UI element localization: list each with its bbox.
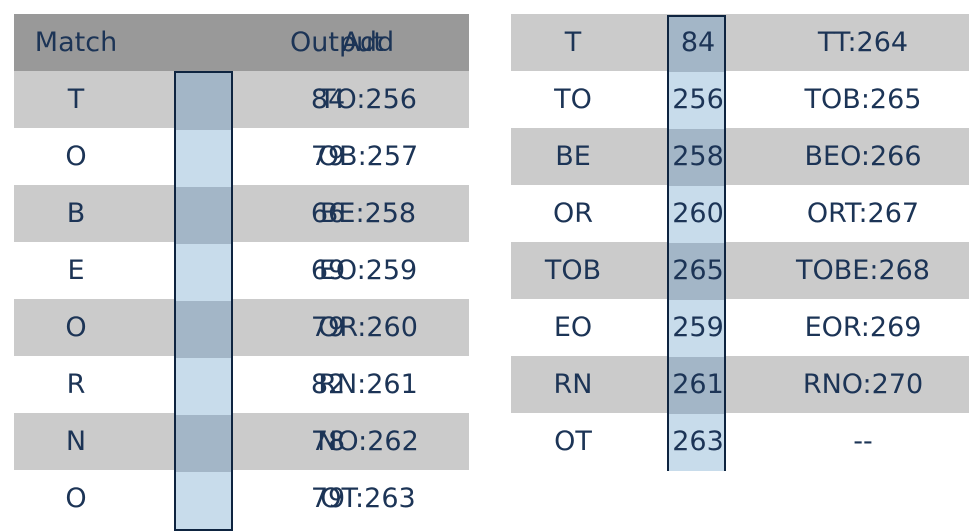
add-cell: OT:263 [320,483,416,514]
add-cell: EOR:269 [804,312,922,343]
left-output-column-highlight [174,71,233,531]
add-cell: TOB:265 [804,84,922,115]
output-cell: 261 [672,369,724,400]
table-row: N 78 NO:262 [14,413,469,470]
add-cell: OB:257 [317,141,419,172]
table-row: O 79 OT:263 [14,470,469,527]
match-cell: OT [554,426,592,457]
output-cell: 260 [672,198,724,229]
match-cell: O [65,312,87,343]
right-table: T 84 TT:264 TO 256 TOB:265 BE 258 BEO:26… [511,14,969,471]
match-cell: T [564,27,582,58]
table-row: O 79 OB:257 [14,128,469,185]
header-match: Match [34,27,118,58]
add-cell: ORT:267 [806,198,920,229]
output-cell: 259 [672,312,724,343]
add-cell: NO:262 [317,426,419,457]
output-cell: 265 [672,255,724,286]
table-row: O 79 OR:260 [14,299,469,356]
output-cell: 263 [672,426,724,457]
table-row: B 66 BE:258 [14,185,469,242]
table-row: OR 260 ORT:267 [511,185,969,242]
table-row: R 82 RN:261 [14,356,469,413]
add-cell: TO:256 [319,84,417,115]
add-cell: BE:258 [319,198,417,229]
add-cell: TOBE:268 [796,255,930,286]
match-cell: T [67,84,85,115]
output-cell: 256 [672,84,724,115]
table-row: BE 258 BEO:266 [511,128,969,185]
match-cell: OR [552,198,593,229]
add-cell: TT:264 [817,27,909,58]
table-row: OT 263 -- [511,413,969,470]
add-cell: RNO:270 [802,369,924,400]
add-cell: EO:259 [318,255,418,286]
match-cell: TO [554,84,592,115]
output-cell: 258 [672,141,724,172]
left-header-row: Match Output Add [14,14,469,71]
table-row: RN 261 RNO:270 [511,356,969,413]
match-cell: E [67,255,85,286]
match-cell: B [66,198,86,229]
match-cell: O [65,483,87,514]
add-cell: OR:260 [318,312,418,343]
match-cell: EO [553,312,593,343]
match-cell: BE [555,141,591,172]
add-cell: BEO:266 [804,141,922,172]
table-row: E 69 EO:259 [14,242,469,299]
table-row: T 84 TT:264 [511,14,969,71]
match-cell: TOB [544,255,602,286]
match-cell: RN [553,369,593,400]
match-cell: O [65,141,87,172]
header-add: Add [341,27,395,58]
match-cell: R [66,369,86,400]
left-table: Match Output Add T 84 TO:256 O 79 OB:257… [14,14,469,531]
match-cell: N [65,426,87,457]
table-row: TOB 265 TOBE:268 [511,242,969,299]
table-row: EO 259 EOR:269 [511,299,969,356]
table-row: T 84 TO:256 [14,71,469,128]
output-cell: 84 [680,27,716,58]
add-cell: RN:261 [318,369,418,400]
table-row: TO 256 TOB:265 [511,71,969,128]
add-cell: -- [853,426,873,457]
